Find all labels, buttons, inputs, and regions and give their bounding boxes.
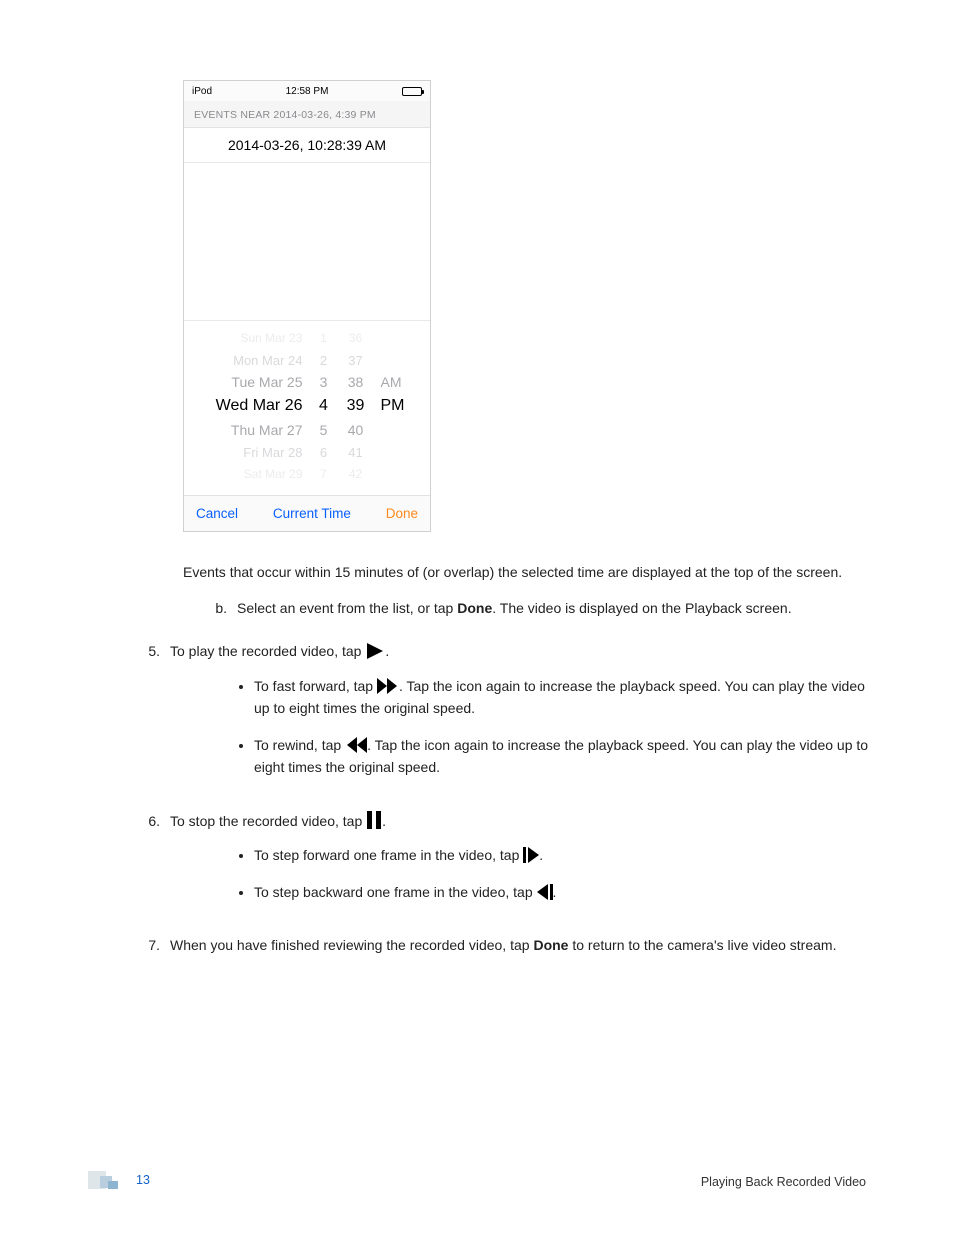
step-backward-instruction: To step backward one frame in the video,… [254,881,874,903]
datetime-picker[interactable]: Sun Mar 23136Mon Mar 24237Tue Mar 25338A… [184,320,430,495]
rewind-instruction: To rewind, tap . Tap the icon again to i… [254,734,874,779]
done-button[interactable]: Done [386,506,418,521]
step-forward-icon [523,847,539,863]
step-6: 6. To stop the recorded video, tap . To … [80,811,874,917]
page-number: 13 [136,1173,150,1187]
list-marker-5: 5. [80,641,160,792]
event-list-item[interactable]: 2014-03-26, 10:28:39 AM [184,128,430,163]
step-5: 5. To play the recorded video, tap . To … [80,641,874,792]
play-icon [365,643,385,659]
event-list-empty [184,163,430,320]
picker-toolbar: Cancel Current Time Done [184,495,430,531]
list-marker-7: 7. [80,935,160,957]
section-title: Playing Back Recorded Video [701,1175,866,1189]
picker-row[interactable]: Mon Mar 24237 [184,349,430,371]
picker-row[interactable]: Tue Mar 25338AM [184,371,430,393]
brand-logo-icon [88,1171,128,1189]
current-time-button[interactable]: Current Time [273,506,351,521]
list-marker-6: 6. [80,811,160,917]
device-label: iPod [192,86,212,97]
fast-forward-icon [377,678,399,694]
pause-icon [366,811,382,829]
step-backward-icon [537,884,553,900]
step-7: 7. When you have finished reviewing the … [80,935,874,957]
status-bar: iPod 12:58 PM [184,81,430,101]
page-footer: 13 Playing Back Recorded Video [88,1171,866,1189]
cancel-button[interactable]: Cancel [196,506,238,521]
picker-row[interactable]: Fri Mar 28641 [184,441,430,463]
list-marker-b: b. [183,598,227,620]
rewind-icon [345,737,367,753]
step-forward-instruction: To step forward one frame in the video, … [254,844,874,866]
events-note: Events that occur within 15 minutes of (… [183,562,874,584]
battery-icon [402,87,422,96]
picker-row[interactable]: Sun Mar 23136 [184,327,430,349]
clock: 12:58 PM [286,86,329,97]
picker-row[interactable]: Sat Mar 29742 [184,463,430,485]
events-near-header: EVENTS NEAR 2014-03-26, 4:39 PM [184,101,430,128]
ipod-screenshot: iPod 12:58 PM EVENTS NEAR 2014-03-26, 4:… [183,80,431,532]
fast-forward-instruction: To fast forward, tap . Tap the icon agai… [254,675,874,720]
picker-row[interactable]: Thu Mar 27540 [184,419,430,441]
picker-row[interactable]: Wed Mar 26439PM [184,393,430,419]
step-4b: b. Select an event from the list, or tap… [183,598,874,620]
